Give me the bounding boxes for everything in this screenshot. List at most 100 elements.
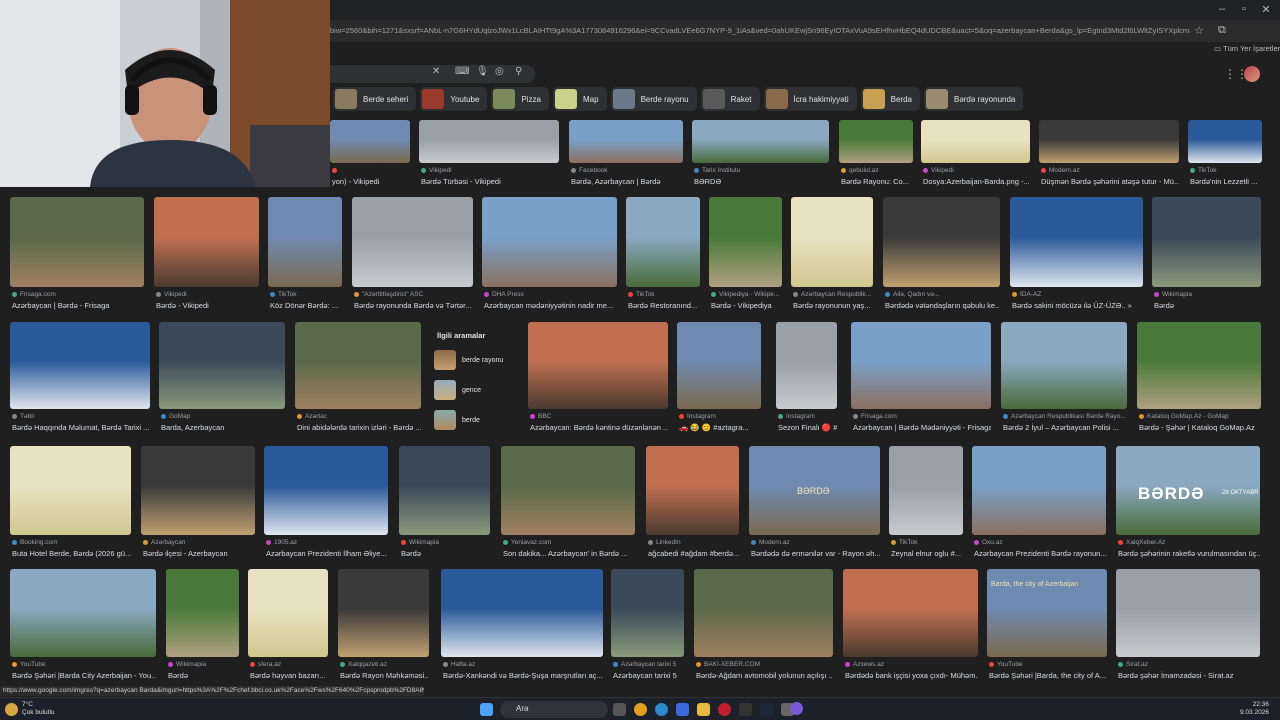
app-icon[interactable] bbox=[739, 703, 752, 716]
start-icon[interactable] bbox=[480, 703, 493, 716]
app-icon[interactable] bbox=[718, 703, 731, 716]
result-title[interactable]: Bərdə 2 İyul – Azərbaycan Polisi ... bbox=[1003, 423, 1127, 432]
thumbnail[interactable] bbox=[883, 197, 1000, 287]
thumbnail[interactable] bbox=[921, 120, 1030, 163]
result-title[interactable]: Azərbaycan mədəniyyətinin nadir me... bbox=[484, 301, 617, 310]
search-box[interactable]: ✕ ⌨ 🎙 ◎ ⚲ bbox=[330, 65, 535, 83]
result-title[interactable]: Dosya:Azerbaijan-Barda.png -... bbox=[923, 177, 1030, 186]
thumbnail[interactable] bbox=[677, 322, 761, 409]
search-icon[interactable]: ⚲ bbox=[515, 66, 522, 77]
thumbnail[interactable] bbox=[482, 197, 617, 287]
task-view-icon[interactable] bbox=[613, 703, 626, 716]
result-title[interactable]: 🚗 😂 😊 #aztagra... bbox=[679, 423, 761, 432]
thumbnail[interactable] bbox=[776, 322, 837, 409]
image-result[interactable]: BƏRDƏ Modern.az Bərdədə də ermənilər var -… bbox=[749, 446, 880, 561]
image-result[interactable]: Wikimapia Bərdə bbox=[399, 446, 490, 561]
image-result[interactable]: Booking.com Buta Hotel Berde, Bərdə (2026… bbox=[10, 446, 131, 561]
result-title[interactable]: Bərdə - Vikipedi bbox=[156, 301, 259, 310]
image-result[interactable]: TikTok Bərdə Restoranınd... bbox=[626, 197, 700, 313]
image-result[interactable]: BƏRDƏ 28 OKTYABR XalqXeber.Az Bərdə şəhərin… bbox=[1116, 446, 1260, 561]
thumbnail[interactable] bbox=[295, 322, 421, 409]
image-result[interactable]: Facebook Bərdə, Azərbaycan | Bərdə bbox=[569, 120, 683, 189]
chip-0[interactable]: Berde seheri bbox=[333, 87, 417, 111]
weather-icon[interactable] bbox=[5, 703, 18, 716]
thumbnail[interactable] bbox=[268, 197, 342, 287]
result-title[interactable]: Azərbaycan Prezidenti Bərdə rayonun... bbox=[974, 549, 1106, 558]
thumbnail[interactable] bbox=[692, 120, 829, 163]
image-result[interactable]: Modern.az Düşmən Bərdə şəhərini atəşə tut… bbox=[1039, 120, 1179, 189]
thumbnail[interactable] bbox=[851, 322, 991, 409]
image-result[interactable]: BBC Azərbaycan: Bərdə kəntinə düzənlənən … bbox=[528, 322, 668, 435]
result-title[interactable]: Bərdə - Vikipediya bbox=[711, 301, 782, 310]
result-title[interactable]: Azərbaycan tarixi 5 bbox=[613, 671, 684, 680]
image-result[interactable]: Azərtac Dini abidələrdə tarixin izləri - … bbox=[295, 322, 421, 435]
result-title[interactable]: Bərdə rayonunun yaş... bbox=[793, 301, 873, 310]
weather-widget[interactable]: 7°C Çok bulutlu bbox=[22, 701, 55, 717]
thumbnail[interactable] bbox=[709, 197, 782, 287]
thumbnail[interactable] bbox=[330, 120, 410, 163]
thumbnail[interactable] bbox=[646, 446, 739, 535]
result-title[interactable]: Bərdə bbox=[401, 549, 490, 558]
result-title[interactable]: Bərdədə vətəndaşların qəbulu ke... » bbox=[885, 301, 1000, 310]
image-result[interactable]: Wikimapia Bərdə bbox=[1152, 197, 1261, 313]
image-result[interactable]: GoMap Barda, Azerbaycan bbox=[159, 322, 285, 435]
thumbnail[interactable] bbox=[694, 569, 833, 657]
result-title[interactable]: Bərdə Şəhəri |Barda, the city of A... bbox=[989, 671, 1107, 680]
image-result[interactable]: TikTok Bərdə'nin Lezzetli ... bbox=[1188, 120, 1262, 189]
thumbnail[interactable] bbox=[264, 446, 388, 535]
image-result[interactable]: Instagram Sezon Finalı 🔴 #il... bbox=[776, 322, 837, 435]
chip-8[interactable]: Bərdə rayonunda bbox=[923, 87, 1024, 111]
image-result[interactable]: İDA-AZ Bərdə sakini möcüzə ilə ÜZ-ÜZƏ.. » bbox=[1010, 197, 1143, 313]
thumbnail[interactable] bbox=[399, 446, 490, 535]
chip-7[interactable]: Berda bbox=[860, 87, 920, 111]
thumbnail[interactable] bbox=[154, 197, 259, 287]
close-button[interactable]: ✕ bbox=[1256, 3, 1276, 16]
image-result[interactable]: LinkedIn ağcabedi #ağdam #berdə... bbox=[646, 446, 739, 561]
thumbnail[interactable] bbox=[528, 322, 668, 409]
result-title[interactable]: Dini abidələrdə tarixin izləri - Bərdə .… bbox=[297, 423, 421, 432]
result-title[interactable]: Bərdə bbox=[1154, 301, 1261, 310]
result-title[interactable]: Bərdə şəhər İmamzadəsi - Sirat.az bbox=[1118, 671, 1260, 680]
image-result[interactable]: Oxu.az Azərbaycan Prezidenti Bərdə rayonu… bbox=[972, 446, 1106, 561]
thumbnail[interactable] bbox=[569, 120, 683, 163]
chip-2[interactable]: Pizza bbox=[491, 87, 549, 111]
thumbnail[interactable] bbox=[166, 569, 239, 657]
image-result[interactable]: Vikipedi Bərdə - Vikipedi bbox=[154, 197, 259, 313]
thumbnail[interactable] bbox=[791, 197, 873, 287]
image-result[interactable]: Instagram 🚗 😂 😊 #aztagra... bbox=[677, 322, 761, 435]
taskbar-search[interactable]: Ara bbox=[500, 701, 608, 718]
chrome-icon[interactable] bbox=[634, 703, 647, 716]
thumbnail[interactable] bbox=[159, 322, 285, 409]
bookmark-star-icon[interactable]: ☆ bbox=[1194, 24, 1204, 37]
image-result[interactable]: yon) - Vikipedi bbox=[330, 120, 410, 189]
clock[interactable]: 22:36 9.03.2026 bbox=[1240, 701, 1269, 717]
edge-icon[interactable] bbox=[655, 703, 668, 716]
minimize-button[interactable]: – bbox=[1212, 3, 1232, 15]
thumbnail[interactable] bbox=[1137, 322, 1261, 409]
related-item[interactable]: berde bbox=[434, 409, 480, 431]
related-item[interactable]: berde rayonu bbox=[434, 349, 503, 371]
image-result[interactable]: DHA Press Azərbaycan mədəniyyətinin nadir… bbox=[482, 197, 617, 313]
image-result[interactable]: TikTok Zeynal elnur oglu #... bbox=[889, 446, 963, 561]
result-title[interactable]: Bərdə şəhərinin raketlə vurulmasından üç… bbox=[1118, 549, 1260, 558]
image-result[interactable]: Frisaga.com Azərbaycan | Bərdə - Frisaga bbox=[10, 197, 144, 313]
result-title[interactable]: Bərdə rayonunda Bərdə və Tərtər... bbox=[354, 301, 473, 310]
result-title[interactable]: yon) - Vikipedi bbox=[332, 177, 410, 186]
maximize-button[interactable]: ▫ bbox=[1234, 3, 1254, 15]
steam-icon[interactable] bbox=[760, 703, 773, 716]
thumbnail[interactable] bbox=[843, 569, 978, 657]
thumbnail[interactable]: Barda, the city of Azerbaijan bbox=[987, 569, 1107, 657]
result-title[interactable]: Bərdə Rayon Məhkəməsi... bbox=[340, 671, 429, 680]
result-title[interactable]: Barda, Azerbaycan bbox=[161, 423, 285, 432]
result-title[interactable]: Buta Hotel Berde, Bərdə (2026 gü... bbox=[12, 549, 131, 558]
thumbnail[interactable] bbox=[1116, 569, 1260, 657]
thumbnail[interactable]: BƏRDƏ 28 OKTYABR bbox=[1116, 446, 1260, 535]
image-result[interactable]: Sirat.az Bərdə şəhər İmamzadəsi - Sirat.a… bbox=[1116, 569, 1260, 683]
thumbnail[interactable] bbox=[441, 569, 603, 657]
image-result[interactable]: Azərbaycan tarixi 5 Azərbaycan tarixi 5 bbox=[611, 569, 684, 683]
image-result[interactable]: BAKI-XEBER.COM Bərdə-Ağdam avtomobil yolu… bbox=[694, 569, 833, 683]
result-title[interactable]: Bərdə-Ağdam avtomobil yolunun açılışı ..… bbox=[696, 671, 833, 680]
image-result[interactable]: Tarix İnstitutu BƏRDƏ bbox=[692, 120, 829, 189]
result-title[interactable]: Bərdə bbox=[168, 671, 239, 680]
result-title[interactable]: Azərbaycan Prezidenti İlham Əliye... bbox=[266, 549, 388, 558]
